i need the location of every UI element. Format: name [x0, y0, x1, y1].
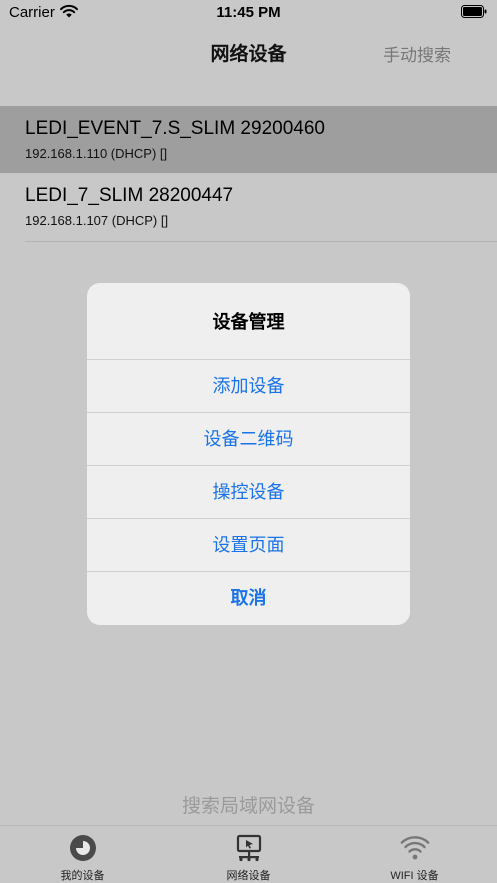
tab-my-devices[interactable]: 我的设备	[0, 826, 165, 883]
alert-title: 设备管理	[212, 312, 285, 332]
device-ip: 192.168.1.110 (DHCP) []	[25, 146, 168, 161]
wifi-icon	[400, 836, 429, 860]
status-bar: Carrier 11:45 PM	[0, 0, 497, 26]
nav-bar: 网络设备 手动搜索	[0, 26, 497, 76]
tab-wifi-devices[interactable]: WIFI 设备	[332, 826, 497, 883]
settings-page-button[interactable]: 设置页面	[87, 518, 410, 571]
row-divider	[25, 241, 497, 242]
device-name: LEDI_EVENT_7.S_SLIM 29200460	[25, 118, 325, 139]
device-row[interactable]: LEDI_7_SLIM 28200447 192.168.1.107 (DHCP…	[0, 173, 497, 242]
cancel-button[interactable]: 取消	[87, 571, 410, 624]
tab-label: 网络设备	[226, 870, 271, 882]
search-lan-devices-button[interactable]: 搜索局域网设备	[0, 791, 497, 818]
device-list: LEDI_EVENT_7.S_SLIM 29200460 192.168.1.1…	[0, 106, 497, 242]
tab-label: WIFI 设备	[390, 870, 439, 882]
battery-icon	[461, 5, 487, 18]
tab-network-devices[interactable]: 网络设备	[166, 826, 331, 883]
tab-bar: 我的设备 网络设备 WIFI 设备	[0, 825, 497, 883]
manual-search-button[interactable]: 手动搜索	[383, 41, 451, 66]
device-ip: 192.168.1.107 (DHCP) []	[25, 213, 169, 228]
device-name: LEDI_7_SLIM 28200447	[25, 185, 234, 206]
add-device-button[interactable]: 添加设备	[87, 359, 410, 412]
tab-label: 我的设备	[60, 870, 105, 882]
device-management-alert: 设备管理 添加设备 设备二维码 操控设备 设置页面 取消	[87, 283, 410, 625]
device-row[interactable]: LEDI_EVENT_7.S_SLIM 29200460 192.168.1.1…	[0, 106, 497, 173]
control-device-button[interactable]: 操控设备	[87, 465, 410, 518]
status-time: 11:45 PM	[216, 4, 281, 21]
screen: Carrier 11:45 PM 网络设备 手动搜索 LEDI_EVENT_7.…	[0, 0, 497, 883]
my-device-icon	[69, 835, 96, 861]
device-qrcode-button[interactable]: 设备二维码	[87, 412, 410, 465]
network-device-icon	[236, 834, 261, 862]
